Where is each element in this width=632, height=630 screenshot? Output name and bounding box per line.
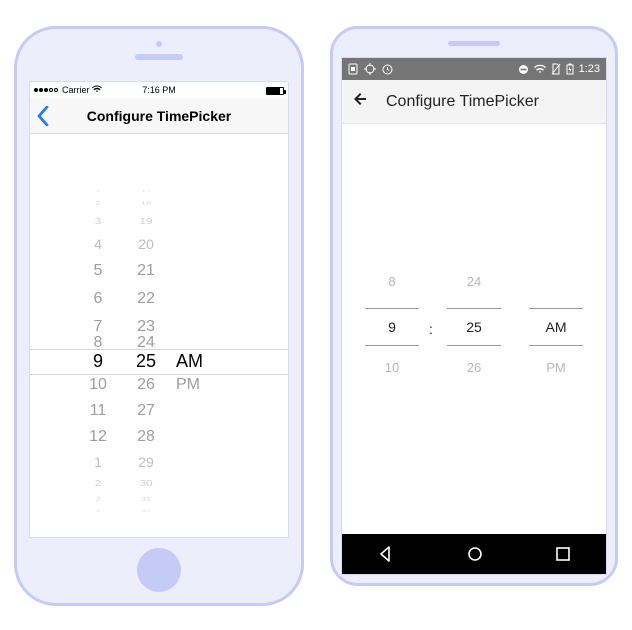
iphone-home-button[interactable] <box>137 548 181 592</box>
android-frame: 1:23 Configure TimePicker 8 9 10 : <box>330 26 618 586</box>
android-nav-bar <box>342 534 606 574</box>
wifi-icon <box>534 64 546 74</box>
ios-time-picker[interactable]: 1 2 3 4 5 6 7 8 9 10 11 12 1 2 <box>30 144 288 538</box>
android-status-bar: 1:23 <box>342 58 606 80</box>
minute-wheel[interactable]: 17 18 19 20 21 22 23 24 25 26 27 28 29 3… <box>122 144 170 538</box>
ampm-wheel[interactable]: AM PM <box>170 144 226 538</box>
iphone-screen: Carrier 7:16 PM Configure TimePicker <box>29 81 289 538</box>
iphone-speaker <box>135 54 183 60</box>
android-body: 8 9 10 : 24 25 26 AM PM <box>342 124 606 534</box>
battery-icon <box>266 87 284 95</box>
status-time: 1:23 <box>579 63 600 75</box>
hour-column[interactable]: 8 9 10 <box>365 274 419 380</box>
status-time: 7:16 PM <box>117 85 200 95</box>
dnd-icon <box>518 64 529 75</box>
comparison-stage: Carrier 7:16 PM Configure TimePicker <box>0 0 632 630</box>
minute-selected: 25 <box>447 308 501 346</box>
hour-wheel[interactable]: 1 2 3 4 5 6 7 8 9 10 11 12 1 2 <box>74 144 122 538</box>
nav-back-icon[interactable] <box>377 545 395 563</box>
android-app-bar: Configure TimePicker <box>342 80 606 124</box>
ampm-selected: AM <box>529 308 583 346</box>
ios-status-bar: Carrier 7:16 PM <box>30 82 288 98</box>
bug-icon <box>364 63 376 75</box>
battery-icon <box>566 63 574 75</box>
hour-selected: 9 <box>74 351 122 372</box>
ios-nav-bar: Configure TimePicker <box>30 98 288 134</box>
android-screen: 1:23 Configure TimePicker 8 9 10 : <box>341 57 607 575</box>
no-sim-icon <box>551 63 561 75</box>
android-speaker <box>448 41 500 46</box>
back-button[interactable] <box>36 106 50 126</box>
minute-selected: 25 <box>122 351 170 372</box>
signal-dots-icon <box>34 88 58 92</box>
clock-icon <box>382 64 393 75</box>
page-title: Configure TimePicker <box>386 93 539 111</box>
iphone-frame: Carrier 7:16 PM Configure TimePicker <box>14 26 304 606</box>
iphone-camera-dot <box>156 41 162 47</box>
nav-home-icon[interactable] <box>466 545 484 563</box>
ampm-column[interactable]: AM PM <box>529 274 583 380</box>
ampm-selected: AM <box>170 351 226 372</box>
back-button[interactable] <box>352 90 370 113</box>
sim-icon <box>348 63 358 75</box>
page-title: Configure TimePicker <box>30 108 288 124</box>
wifi-icon <box>92 85 102 95</box>
hour-selected: 9 <box>365 308 419 346</box>
minute-column[interactable]: : 24 25 26 <box>447 274 501 380</box>
time-separator: : <box>429 321 433 337</box>
carrier-label: Carrier <box>62 85 90 95</box>
android-time-picker[interactable]: 8 9 10 : 24 25 26 AM PM <box>342 274 606 380</box>
nav-recents-icon[interactable] <box>555 546 571 562</box>
